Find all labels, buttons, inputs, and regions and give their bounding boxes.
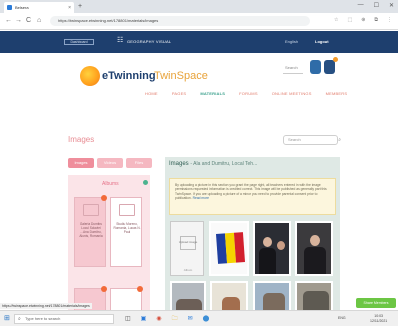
- album-title-main: Images: [169, 161, 189, 167]
- taskbar-apps: ◫ ▣ ◉ 🗀 ✉ ⬤: [125, 315, 209, 323]
- home-button[interactable]: ⌂: [37, 17, 41, 25]
- taskbar-clock[interactable]: 10:03 12/11/2021: [370, 314, 387, 323]
- logout-link[interactable]: Logout: [315, 39, 329, 44]
- taskbar-search-input[interactable]: ⌕ Type here to search: [14, 314, 114, 324]
- menu-members[interactable]: MEMBERS: [326, 91, 348, 96]
- etwinning-logo[interactable]: eTwinning TwinSpace: [80, 64, 208, 88]
- dashboard-button[interactable]: Dashboard: [64, 39, 94, 45]
- clock-date: 12/11/2021: [370, 318, 388, 323]
- system-tray[interactable]: ENG: [338, 316, 346, 320]
- album-title-sub: - Ala and Dumitru, Local Teh...: [190, 161, 258, 167]
- search-icon[interactable]: ⌕: [331, 135, 341, 145]
- header-search-input[interactable]: [283, 71, 303, 74]
- minimize-button[interactable]: —: [358, 2, 364, 9]
- status-url-bar: https://twinspace.etwinning.net/178801/m…: [0, 303, 92, 309]
- window-controls: — ☐ ✕: [358, 2, 394, 9]
- new-tab-button[interactable]: +: [78, 2, 82, 11]
- upload-notice: By uploading a picture in this section y…: [169, 178, 336, 215]
- person-figure: [277, 241, 285, 250]
- images-search-input[interactable]: Search: [283, 135, 338, 145]
- menu-online-meetings[interactable]: ONLINE MEETINGS: [272, 91, 312, 96]
- search-icon: ⌕: [18, 316, 21, 322]
- person-figure: [310, 235, 320, 246]
- main-menu: HOME PAGES MATERIALS FORUMS ONLINE MEETI…: [145, 91, 347, 96]
- forward-button[interactable]: →: [15, 17, 22, 25]
- tab-title: Belsera: [15, 5, 29, 10]
- reload-button[interactable]: C: [26, 17, 31, 25]
- add-album-icon[interactable]: [143, 180, 148, 185]
- url-field[interactable]: https://twinspace.etwinning.net/178801/m…: [50, 16, 310, 26]
- tab-actions-icon[interactable]: ⬚: [347, 17, 352, 23]
- material-type-tabs: Images Videos Files: [68, 158, 152, 168]
- browser-tab-strip: Belsera × + — ☐ ✕: [0, 0, 398, 13]
- album-badge: [137, 286, 143, 292]
- image-thumbnail[interactable]: [295, 221, 333, 276]
- browser-menu-icon[interactable]: ⋮: [387, 17, 392, 23]
- image-thumbnail[interactable]: [253, 221, 291, 276]
- album-title: Images - Ala and Dumitru, Local Teh...: [169, 161, 257, 167]
- tab-close-icon[interactable]: ×: [68, 5, 71, 11]
- tab-images[interactable]: Images: [68, 158, 94, 168]
- album-item-label: Studiu Moreno, Romania, Lucas N. Paul: [113, 222, 141, 234]
- mail-icon[interactable]: ✉: [188, 315, 193, 323]
- maximize-button[interactable]: ☐: [374, 2, 379, 9]
- album-badge: [101, 286, 107, 292]
- windows-start-icon[interactable]: ⊞: [4, 315, 10, 323]
- grid-menu-icon[interactable]: ☷: [117, 37, 123, 45]
- back-button[interactable]: ←: [5, 17, 12, 25]
- app-icon[interactable]: ⬤: [203, 315, 210, 323]
- menu-pages[interactable]: PAGES: [172, 91, 187, 96]
- favorite-star-icon[interactable]: ☆: [334, 17, 338, 23]
- logo-text-twinspace: TwinSpace: [154, 70, 208, 82]
- person-figure: [259, 248, 276, 274]
- upload-image-tile[interactable]: Upload image Album: [170, 221, 204, 276]
- windows-taskbar: ⊞ ⌕ Type here to search ◫ ▣ ◉ 🗀 ✉ ⬤ ENG …: [0, 310, 398, 326]
- album-badge: [101, 195, 107, 201]
- album-item[interactable]: Galeria Dumitru Locul Sclaviei ...Ana Du…: [74, 195, 107, 267]
- edge-browser-icon[interactable]: ▣: [141, 315, 147, 323]
- album-item-label: Galeria Dumitru Locul Sclaviei ...Ana Du…: [79, 222, 103, 238]
- albums-panel: Albums Galeria Dumitru Locul Sclaviei ..…: [68, 175, 150, 318]
- browser-toolbar-icons: ☆ ⬚ ⊕ ⧉ ⋮: [334, 17, 392, 23]
- images-panel: Images - Ala and Dumitru, Local Teh... B…: [165, 157, 340, 317]
- menu-materials[interactable]: MATERIALS: [200, 91, 225, 96]
- header-search-label: Search: [285, 65, 298, 70]
- romanian-flag-image: [215, 232, 246, 264]
- close-window-button[interactable]: ✕: [389, 2, 394, 9]
- notifications-button[interactable]: [324, 60, 335, 74]
- address-bar-row: ← → C ⌂ https://twinspace.etwinning.net/…: [0, 13, 398, 30]
- extensions-icon[interactable]: ⊕: [361, 17, 365, 23]
- chrome-icon[interactable]: ◉: [156, 315, 161, 323]
- tab-files[interactable]: Files: [126, 158, 152, 168]
- site-favicon-icon: [7, 5, 12, 10]
- file-explorer-icon[interactable]: 🗀: [172, 315, 178, 323]
- twinspace-selector[interactable]: GEOGRAPHY VISUAL: [127, 39, 171, 44]
- person-figure: [263, 237, 272, 247]
- page-title: Images: [68, 135, 95, 144]
- share-members-button[interactable]: Share Members: [356, 298, 396, 308]
- browser-tab[interactable]: Belsera ×: [4, 2, 74, 13]
- notification-badge: [333, 57, 338, 62]
- albums-heading: Albums: [102, 181, 119, 187]
- album-image-icon: [83, 204, 99, 216]
- logo-text-etwinning: eTwinning: [102, 70, 156, 82]
- language-selector[interactable]: English: [285, 39, 298, 44]
- image-thumbnail[interactable]: [209, 221, 249, 276]
- site-top-bar: Dashboard ☷ GEOGRAPHY VISUAL English Log…: [0, 31, 398, 53]
- read-more-link[interactable]: Read more: [193, 196, 209, 200]
- collections-icon[interactable]: ⧉: [374, 17, 378, 23]
- person-figure: [304, 247, 326, 274]
- upload-sub-caption: Album: [183, 268, 193, 272]
- taskbar-search-placeholder: Type here to search: [25, 316, 61, 321]
- task-view-icon[interactable]: ◫: [125, 315, 131, 323]
- profile-button[interactable]: [310, 60, 321, 74]
- menu-forums[interactable]: FORUMS: [239, 91, 258, 96]
- menu-home[interactable]: HOME: [145, 91, 158, 96]
- logo-mark-icon: [80, 66, 100, 86]
- album-item[interactable]: Studiu Moreno, Romania, Lucas N. Paul: [110, 197, 142, 267]
- album-image-icon: [119, 204, 135, 216]
- upload-caption: Upload image: [178, 240, 198, 244]
- tab-videos[interactable]: Videos: [97, 158, 123, 168]
